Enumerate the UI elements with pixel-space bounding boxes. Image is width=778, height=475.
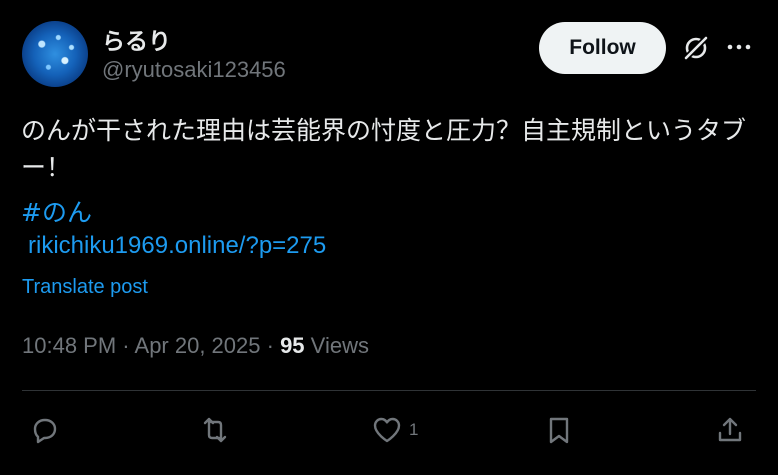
post-time[interactable]: 10:48 PM xyxy=(22,333,116,358)
post-text: のんが干された理由は芸能界の忖度と圧力？自主規制というタブー！ xyxy=(21,116,747,182)
like-button[interactable]: 1 xyxy=(371,412,418,448)
repost-button[interactable] xyxy=(199,412,237,448)
share-button[interactable] xyxy=(714,412,746,448)
avatar[interactable] xyxy=(22,21,88,87)
bookmark-button[interactable] xyxy=(543,412,575,448)
hashtag-link[interactable]: #のん xyxy=(21,193,92,229)
reply-icon xyxy=(33,418,57,444)
post-metadata: 10:48 PM · Apr 20, 2025 · 95 Views xyxy=(22,333,369,359)
meta-separator: · xyxy=(116,333,135,358)
bookmark-icon xyxy=(549,417,569,444)
post-card: らるり @ryutosaki123456 Follow のんが干された理由は芸能… xyxy=(0,0,778,475)
grok-icon[interactable] xyxy=(682,34,710,62)
more-options-icon[interactable] xyxy=(726,34,752,60)
divider xyxy=(22,390,756,391)
like-count: 1 xyxy=(409,420,419,439)
repost-icon xyxy=(203,417,227,443)
share-icon xyxy=(718,417,742,442)
post-date[interactable]: Apr 20, 2025 xyxy=(135,333,261,358)
reply-button[interactable] xyxy=(29,412,67,448)
external-link[interactable]: rikichiku1969.online/?p=275 xyxy=(28,232,326,260)
translate-post-link[interactable]: Translate post xyxy=(22,276,148,299)
follow-button[interactable]: Follow xyxy=(539,22,666,74)
meta-separator: · xyxy=(260,333,281,358)
views-count: 95 xyxy=(280,333,305,358)
views-label: Views xyxy=(310,333,369,358)
display-name[interactable]: らるり xyxy=(102,22,171,56)
like-icon xyxy=(373,417,401,443)
user-handle[interactable]: @ryutosaki123456 xyxy=(102,57,286,83)
